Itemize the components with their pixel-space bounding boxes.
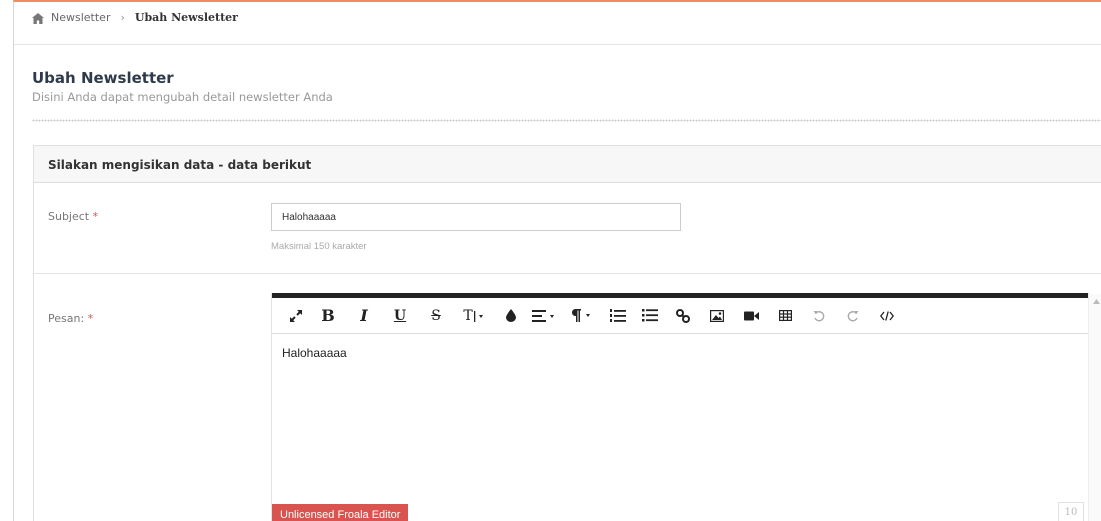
editor-toolbar: B I U S T (272, 293, 1088, 334)
page-header: Ubah Newsletter Disini Anda dapat mengub… (32, 69, 1101, 104)
rich-text-editor: B I U S T Halohaaaaa Unlicensed Froala E… (271, 293, 1089, 521)
image-icon[interactable] (704, 304, 730, 328)
breadcrumb-link-newsletter[interactable]: Newsletter (51, 11, 110, 24)
dotted-divider (32, 119, 1101, 122)
unordered-list-icon[interactable] (638, 304, 662, 328)
breadcrumb: Newsletter › Ubah Newsletter (14, 11, 1101, 45)
fullscreen-icon[interactable] (286, 304, 306, 328)
paragraph-format-icon[interactable] (568, 304, 598, 328)
content-frame: Newsletter › Ubah Newsletter Ubah Newsle… (13, 0, 1101, 521)
subject-label-text: Subject (48, 210, 90, 223)
subject-required-mark: * (92, 210, 99, 223)
underline-icon[interactable]: U (386, 304, 414, 328)
table-icon[interactable] (772, 304, 798, 328)
page-title: Ubah Newsletter (32, 69, 174, 87)
subject-input[interactable]: Halohaaaaa (271, 203, 681, 231)
breadcrumb-separator: › (120, 11, 125, 24)
scroll-up-arrow-icon[interactable] (1089, 294, 1101, 308)
bold-icon[interactable]: B (314, 304, 342, 328)
form-panel: Silakan mengisikan data - data berikut S… (33, 145, 1101, 521)
italic-icon[interactable]: I (350, 304, 378, 328)
breadcrumb-current: Ubah Newsletter (134, 11, 238, 24)
html-icon[interactable] (874, 304, 900, 328)
strikethrough-icon[interactable]: S (422, 304, 450, 328)
character-counter: 10 (1058, 502, 1084, 521)
page-subtitle: Disini Anda dapat mengubah detail newsle… (32, 90, 333, 104)
message-label-text: Pesan: (48, 312, 85, 325)
subject-help-text: Maksimal 150 karakter (271, 241, 367, 252)
align-icon[interactable] (530, 304, 560, 328)
ordered-list-icon[interactable] (606, 304, 630, 328)
font-size-icon[interactable]: T (458, 304, 492, 328)
redo-icon[interactable] (840, 304, 866, 328)
editor-content-area[interactable]: Halohaaaaa (272, 334, 1088, 372)
message-required-mark: * (87, 312, 94, 325)
subject-label: Subject * (48, 210, 98, 223)
font-size-glyph: T (463, 307, 473, 324)
video-icon[interactable] (738, 304, 764, 328)
license-badge[interactable]: Unlicensed Froala Editor (272, 504, 409, 521)
message-label: Pesan: * (48, 312, 93, 325)
subject-input-value: Halohaaaaa (282, 211, 336, 223)
editor-scrollbar[interactable] (1088, 294, 1101, 521)
editor-content-text: Halohaaaaa (282, 346, 347, 360)
color-icon[interactable] (500, 304, 522, 328)
link-icon[interactable] (670, 304, 696, 328)
panel-heading: Silakan mengisikan data - data berikut (34, 146, 1101, 183)
home-icon (32, 13, 44, 24)
row-divider (34, 273, 1101, 274)
undo-icon[interactable] (806, 304, 832, 328)
